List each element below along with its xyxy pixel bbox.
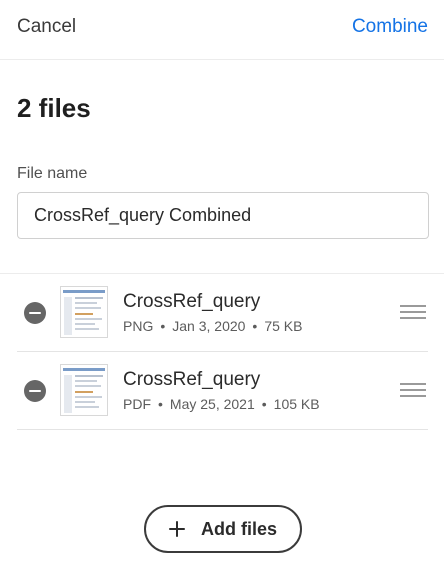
file-name-input[interactable] (17, 192, 429, 239)
add-files-label: Add files (200, 518, 277, 539)
file-meta: PNG • Jan 3, 2020 • 75 KB (123, 318, 302, 334)
file-row: CrossRef_query PNG • Jan 3, 2020 • 75 KB (17, 274, 428, 352)
file-size: 105 KB (273, 396, 320, 412)
file-type: PNG (123, 318, 154, 334)
file-size: 75 KB (264, 318, 303, 334)
drag-handle-icon[interactable] (400, 305, 426, 319)
file-list: CrossRef_query PNG • Jan 3, 2020 • 75 KB Cro… (0, 273, 444, 430)
header-bar: Cancel Combine (0, 0, 444, 60)
file-thumbnail (60, 286, 108, 338)
meta-separator: • (252, 318, 258, 334)
remove-file-icon[interactable] (24, 380, 46, 402)
file-row: CrossRef_query PDF • May 25, 2021 • 105 KB (17, 352, 428, 430)
combine-files-screen: Cancel Combine 2 files File name CrossRe… (0, 0, 444, 568)
meta-separator: • (160, 318, 166, 334)
file-thumbnail (60, 364, 108, 416)
combine-button[interactable]: Combine (352, 16, 428, 38)
plus-icon (168, 521, 185, 537)
drag-handle-icon[interactable] (400, 383, 426, 397)
add-files-button[interactable]: Add files (144, 505, 302, 553)
file-meta: PDF • May 25, 2021 • 105 KB (123, 396, 320, 412)
meta-separator: • (261, 396, 267, 412)
file-name: CrossRef_query (123, 291, 261, 312)
meta-separator: • (158, 396, 163, 412)
file-date: May 25, 2021 (169, 396, 255, 412)
file-name-label: File name (17, 165, 88, 182)
file-name: CrossRef_query (123, 369, 261, 390)
file-date: Jan 3, 2020 (172, 318, 246, 334)
page-title: 2 files (17, 93, 91, 123)
remove-file-icon[interactable] (24, 302, 46, 324)
cancel-button[interactable]: Cancel (17, 16, 76, 38)
file-type: PDF (123, 396, 151, 412)
